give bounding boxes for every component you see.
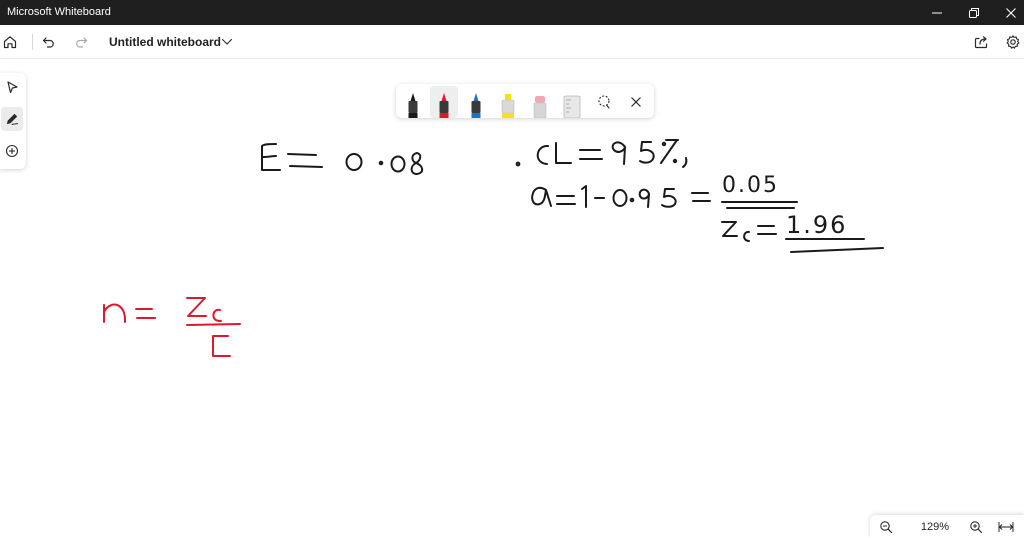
lasso-select-icon — [598, 95, 610, 109]
home-button[interactable] — [0, 30, 22, 54]
add-button[interactable] — [1, 139, 23, 163]
ink-n-equals-zc-over-e — [103, 297, 241, 357]
settings-button[interactable] — [1001, 30, 1024, 54]
share-icon — [974, 36, 988, 49]
zoom-out-icon — [880, 521, 893, 534]
minimize-icon — [932, 12, 942, 13]
yellow-highlighter-tool[interactable] — [494, 86, 522, 118]
pen-toolbar — [396, 84, 654, 118]
fit-to-screen-icon — [998, 522, 1014, 532]
close-window-button[interactable] — [994, 0, 1024, 25]
zoom-level: 129% — [920, 521, 950, 533]
black-pen-icon — [408, 93, 418, 118]
header-divider — [32, 34, 33, 50]
lasso-select-tool[interactable] — [590, 86, 618, 118]
ink-cl-equals-95 — [515, 139, 688, 168]
add-icon — [5, 144, 19, 158]
eraser-tool[interactable] — [526, 86, 554, 118]
zoom-in-button[interactable] — [966, 518, 986, 536]
gear-icon — [1006, 35, 1020, 49]
ruler-tool[interactable] — [558, 86, 586, 118]
redo-icon — [76, 37, 88, 48]
undo-button[interactable] — [37, 30, 61, 54]
document-title[interactable]: Untitled whiteboard — [109, 35, 221, 49]
select-tool-button[interactable] — [1, 75, 23, 99]
restore-icon — [969, 7, 979, 18]
ink-0-05-underline — [721, 201, 798, 209]
close-pen-toolbar-button[interactable] — [622, 86, 650, 118]
close-icon — [1006, 7, 1016, 18]
fit-to-screen-button[interactable] — [996, 518, 1016, 536]
red-pen-tool[interactable] — [430, 86, 458, 118]
ink-e-equals-0-08 — [261, 143, 424, 175]
blue-pen-icon — [471, 93, 481, 118]
chevron-down-icon[interactable] — [221, 37, 233, 47]
left-tool-rail — [0, 73, 26, 169]
undo-icon — [42, 37, 54, 48]
ink-alpha-equals — [531, 185, 711, 208]
window-title: Microsoft Whiteboard — [7, 6, 111, 18]
home-icon — [3, 36, 17, 49]
redo-button[interactable] — [69, 30, 93, 54]
app-header: Untitled whiteboard — [0, 25, 1024, 59]
ink-0-05: 0.05 — [722, 173, 779, 198]
zoom-out-button[interactable] — [876, 518, 896, 536]
close-icon — [631, 97, 641, 107]
restore-button[interactable] — [957, 0, 991, 25]
ink-strokes — [103, 139, 884, 357]
ink-1-96: 1.96 — [786, 211, 848, 239]
black-pen-tool[interactable] — [399, 86, 427, 118]
share-button[interactable] — [969, 30, 993, 54]
zoom-bar: 129% — [870, 515, 1024, 538]
ruler-icon — [563, 95, 581, 118]
inking-tool-button[interactable] — [1, 107, 23, 131]
ink-pen-icon — [7, 114, 18, 125]
title-bar: Microsoft Whiteboard — [0, 0, 1024, 25]
ink-zc-equals — [721, 221, 777, 242]
red-pen-icon — [439, 93, 449, 118]
whiteboard-canvas[interactable]: 0.05 1.96 — [0, 60, 1024, 538]
minimize-button[interactable] — [920, 0, 954, 25]
select-pointer-icon — [7, 81, 18, 94]
blue-pen-tool[interactable] — [462, 86, 490, 118]
eraser-icon — [533, 96, 547, 118]
ink-1-96-underline — [785, 238, 884, 253]
yellow-highlighter-icon — [501, 94, 515, 118]
zoom-in-icon — [970, 521, 983, 534]
